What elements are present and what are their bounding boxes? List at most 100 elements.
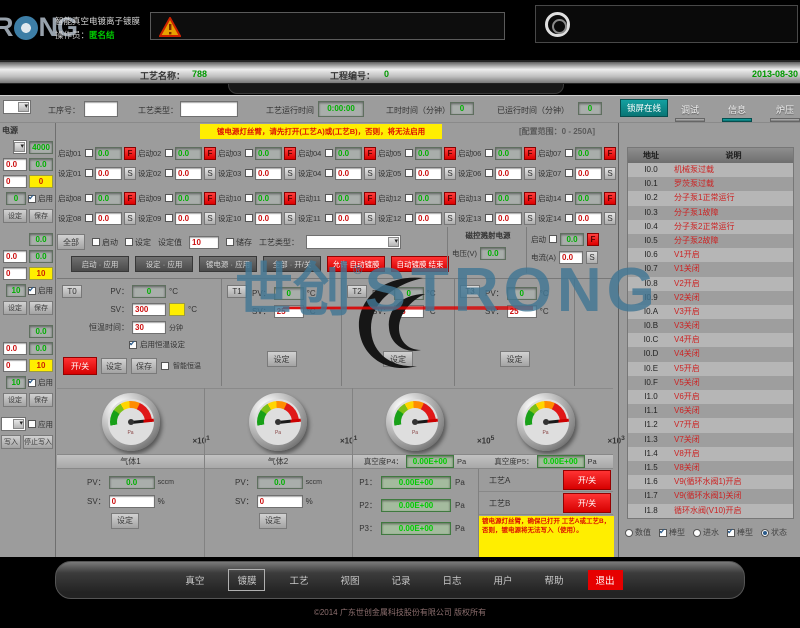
- sidebar-set-button[interactable]: 设定: [3, 209, 27, 223]
- set-channel-input[interactable]: [255, 212, 282, 225]
- set-channel-input[interactable]: [175, 167, 202, 180]
- channel-f-button[interactable]: F: [604, 192, 616, 205]
- channel-f-button[interactable]: F: [444, 147, 456, 160]
- channel-s-button[interactable]: S: [524, 212, 536, 225]
- set-channel-input[interactable]: [175, 212, 202, 225]
- sidebar-input[interactable]: [3, 267, 27, 280]
- set-channel-checkbox[interactable]: [245, 214, 253, 222]
- set-channel-checkbox[interactable]: [485, 214, 493, 222]
- start-channel-checkbox[interactable]: [485, 194, 493, 202]
- set-channel-checkbox[interactable]: [85, 214, 93, 222]
- sv-input[interactable]: [394, 305, 424, 318]
- option-checkbox[interactable]: [727, 529, 735, 537]
- action-button[interactable]: 自动镀膜 结束: [391, 256, 449, 272]
- sv-input[interactable]: [507, 305, 537, 318]
- bulk-start-checkbox[interactable]: [92, 238, 100, 246]
- set-channel-input[interactable]: [335, 212, 362, 225]
- action-button[interactable]: 启动 · 应用: [71, 256, 129, 272]
- set-channel-checkbox[interactable]: [325, 169, 333, 177]
- set-channel-checkbox[interactable]: [565, 169, 573, 177]
- sidebar-input[interactable]: [3, 250, 27, 263]
- set-channel-checkbox[interactable]: [485, 169, 493, 177]
- nav-item-真空[interactable]: 真空: [177, 570, 212, 590]
- tab-炉压[interactable]: 炉压: [776, 103, 794, 116]
- start-channel-checkbox[interactable]: [325, 194, 333, 202]
- option-radio[interactable]: [693, 529, 701, 537]
- t0-smart-checkbox[interactable]: [161, 362, 169, 370]
- t0-set-button[interactable]: 设定: [101, 358, 127, 374]
- channel-s-button[interactable]: S: [204, 212, 216, 225]
- process-onoff-button[interactable]: 开/关: [563, 493, 611, 513]
- action-button[interactable]: 全部 · 开/关: [263, 256, 321, 272]
- set-channel-checkbox[interactable]: [85, 169, 93, 177]
- channel-f-button[interactable]: F: [124, 147, 136, 160]
- recipe-type-input[interactable]: [180, 101, 238, 117]
- corner-select[interactable]: [3, 100, 31, 114]
- option-radio[interactable]: [761, 529, 769, 537]
- set-channel-input[interactable]: [415, 167, 442, 180]
- option-checkbox[interactable]: [659, 529, 667, 537]
- nav-item-记录[interactable]: 记录: [383, 570, 418, 590]
- enable-checkbox[interactable]: [28, 195, 36, 203]
- set-channel-input[interactable]: [495, 212, 522, 225]
- t0-onoff-button[interactable]: 开/关: [63, 357, 97, 375]
- start-channel-checkbox[interactable]: [565, 149, 573, 157]
- all-button[interactable]: 全部: [57, 234, 85, 250]
- channel-f-button[interactable]: F: [524, 147, 536, 160]
- channel-s-button[interactable]: S: [444, 167, 456, 180]
- tab-信息[interactable]: 信息: [728, 103, 746, 116]
- start-channel-checkbox[interactable]: [85, 194, 93, 202]
- set-channel-input[interactable]: [255, 167, 282, 180]
- channel-s-button[interactable]: S: [204, 167, 216, 180]
- t2-set-button[interactable]: 设定: [383, 351, 413, 367]
- nav-item-视图[interactable]: 视图: [332, 570, 367, 590]
- sidebar-select[interactable]: [1, 417, 26, 431]
- nav-item-用户[interactable]: 用户: [486, 570, 521, 590]
- channel-s-button[interactable]: S: [124, 167, 136, 180]
- set-channel-checkbox[interactable]: [325, 214, 333, 222]
- set-channel-input[interactable]: [335, 167, 362, 180]
- sidebar-input[interactable]: [3, 359, 27, 372]
- enable-checkbox[interactable]: [28, 287, 36, 295]
- start-channel-checkbox[interactable]: [165, 149, 173, 157]
- t0-save-button[interactable]: 保存: [131, 358, 157, 374]
- t0-hold-input[interactable]: [132, 321, 166, 334]
- start-channel-checkbox[interactable]: [245, 149, 253, 157]
- channel-f-button[interactable]: F: [204, 147, 216, 160]
- sidebar-save-button[interactable]: 保存: [29, 301, 53, 315]
- channel-s-button[interactable]: S: [604, 167, 616, 180]
- bulk-set-checkbox[interactable]: [125, 238, 133, 246]
- channel-s-button[interactable]: S: [284, 212, 296, 225]
- sidebar-save-button[interactable]: 保存: [29, 209, 53, 223]
- nav-item-工艺[interactable]: 工艺: [281, 570, 316, 590]
- set-channel-checkbox[interactable]: [165, 214, 173, 222]
- set-channel-checkbox[interactable]: [165, 169, 173, 177]
- channel-f-button[interactable]: F: [124, 192, 136, 205]
- channel-s-button[interactable]: S: [444, 212, 456, 225]
- set-channel-input[interactable]: [95, 167, 122, 180]
- action-button[interactable]: 设定 · 应用: [135, 256, 193, 272]
- set-channel-input[interactable]: [415, 212, 442, 225]
- flow-sv-input[interactable]: [109, 495, 155, 508]
- sidebar-set-button[interactable]: 设定: [3, 301, 27, 315]
- start-channel-checkbox[interactable]: [485, 149, 493, 157]
- start-channel-checkbox[interactable]: [245, 194, 253, 202]
- channel-s-button[interactable]: S: [364, 212, 376, 225]
- t3-set-button[interactable]: 设定: [500, 351, 530, 367]
- set-channel-input[interactable]: [575, 167, 602, 180]
- flow-set-button[interactable]: 设定: [259, 513, 287, 529]
- process-onoff-button[interactable]: 开/关: [563, 470, 611, 490]
- sidebar-input[interactable]: [3, 342, 27, 355]
- start-channel-checkbox[interactable]: [165, 194, 173, 202]
- channel-f-button[interactable]: F: [204, 192, 216, 205]
- channel-s-button[interactable]: S: [364, 167, 376, 180]
- channel-f-button[interactable]: F: [284, 192, 296, 205]
- start-channel-checkbox[interactable]: [85, 149, 93, 157]
- channel-f-button[interactable]: F: [284, 147, 296, 160]
- start-channel-checkbox[interactable]: [405, 149, 413, 157]
- t0-sv-input[interactable]: [132, 303, 166, 316]
- channel-s-button[interactable]: S: [604, 212, 616, 225]
- channel-s-button[interactable]: S: [524, 167, 536, 180]
- stop-write-button[interactable]: 停止写入: [23, 435, 53, 449]
- mag-s-button[interactable]: S: [586, 251, 598, 264]
